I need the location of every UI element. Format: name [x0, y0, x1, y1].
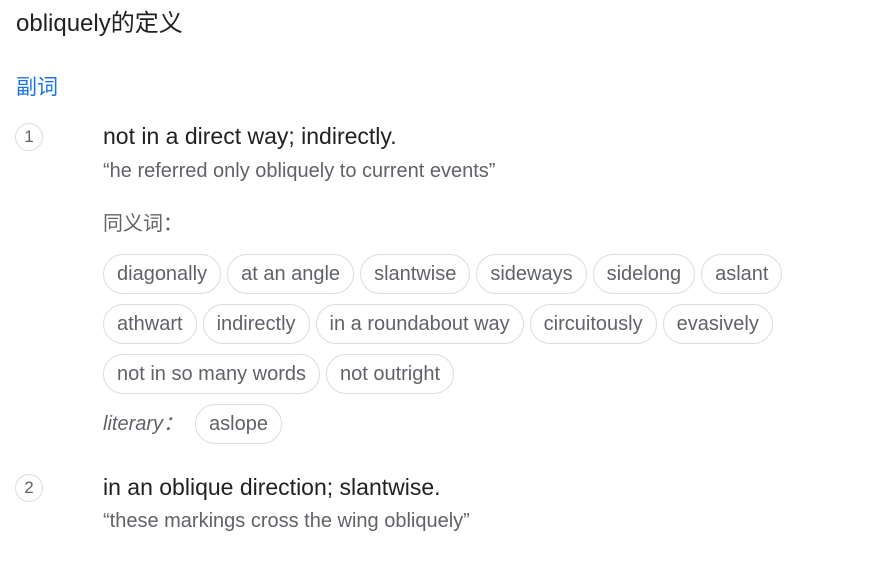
synonyms-label: 同义词： [103, 213, 183, 235]
literary-synonym-row: literary： aslope [103, 404, 282, 444]
synonym-chip[interactable]: circuitously [529, 304, 657, 344]
page-title: obliquely的定义 [16, 10, 183, 37]
literary-label: literary： [103, 413, 184, 435]
synonym-chip[interactable]: sideways [476, 254, 587, 294]
synonym-chip[interactable]: aslope [195, 404, 282, 444]
synonym-chip[interactable]: not in so many words [103, 354, 320, 394]
synonym-chip[interactable]: athwart [103, 304, 197, 344]
sense-number-1: 1 [15, 123, 43, 151]
synonym-row-2: athwart indirectly in a roundabout way c… [103, 304, 773, 344]
synonym-row-3: not in so many words not outright [103, 354, 455, 394]
synonym-chip[interactable]: not outright [325, 354, 455, 394]
synonym-chip[interactable]: sidelong [592, 254, 696, 294]
sense-2-definition: in an oblique direction; slantwise. [103, 474, 441, 500]
synonym-chip[interactable]: in a roundabout way [315, 304, 524, 344]
sense-2-example: “these markings cross the wing obliquely… [103, 510, 470, 532]
sense-number-2: 2 [15, 474, 43, 502]
sense-1-definition: not in a direct way; indirectly. [103, 123, 397, 149]
synonym-chip[interactable]: aslant [701, 254, 783, 294]
sense-1-example: “he referred only obliquely to current e… [103, 160, 496, 182]
synonym-chip[interactable]: slantwise [360, 254, 471, 294]
synonym-chip[interactable]: evasively [662, 304, 773, 344]
synonym-chip[interactable]: at an angle [227, 254, 355, 294]
synonym-chip[interactable]: indirectly [202, 304, 310, 344]
part-of-speech: 副词 [16, 76, 58, 99]
synonym-row-1: diagonally at an angle slantwise sideway… [103, 254, 783, 294]
synonym-chip[interactable]: diagonally [103, 254, 222, 294]
